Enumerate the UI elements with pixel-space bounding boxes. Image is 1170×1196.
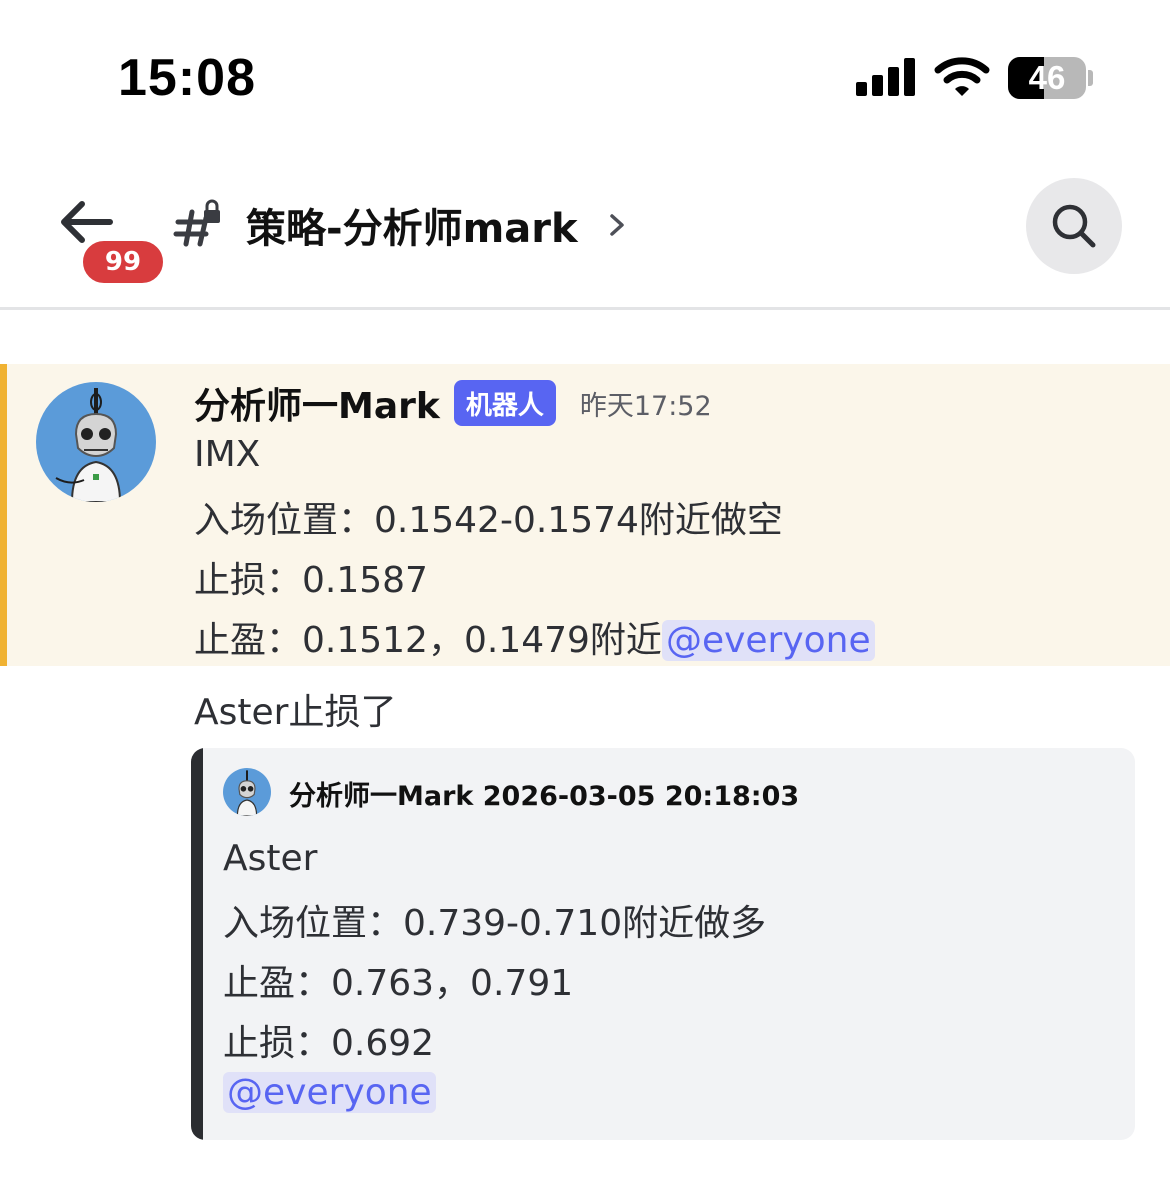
- chevron-right-icon[interactable]: [606, 210, 628, 240]
- quote-mention-line: @everyone: [223, 1072, 436, 1113]
- message-line: IMX: [194, 434, 261, 475]
- message-text: 止盈：0.1512，0.1479附近: [194, 620, 662, 661]
- everyone-mention[interactable]: @everyone: [223, 1072, 436, 1113]
- unread-badge: 99: [80, 238, 166, 286]
- message-line: 止损：0.1587: [194, 560, 428, 601]
- everyone-mention[interactable]: @everyone: [661, 620, 875, 661]
- quote-line: 入场位置：0.739-0.710附近做多: [223, 903, 767, 944]
- search-icon: [1052, 204, 1096, 248]
- message-timestamp: 昨天17:52: [579, 390, 712, 422]
- quote-avatar: [223, 768, 271, 816]
- wifi-icon: [934, 57, 990, 96]
- author-name[interactable]: 分析师一Mark: [194, 377, 440, 429]
- quote-bar: [191, 748, 203, 1140]
- private-channel-icon: [173, 199, 220, 247]
- battery-percent: 46: [1028, 59, 1066, 96]
- message-header: 分析师一Mark 机器人 昨天17:52: [194, 376, 712, 430]
- followup-message: Aster止损了: [194, 692, 397, 733]
- battery-tip: [1088, 70, 1093, 86]
- message-line: 入场位置：0.1542-0.1574附近做空: [194, 500, 783, 541]
- quote-header: 分析师一Mark 2026-03-05 20:18:03: [289, 781, 800, 812]
- quoted-message[interactable]: 分析师一Mark 2026-03-05 20:18:03 Aster 入场位置：…: [191, 748, 1135, 1140]
- bot-tag: 机器人: [453, 380, 556, 426]
- channel-header: 99 策略-分析师mark: [0, 150, 1170, 310]
- status-time: 15:08: [118, 49, 256, 107]
- battery-icon: 46: [1008, 57, 1086, 99]
- quote-line: 止损：0.692: [223, 1023, 435, 1064]
- message-line: 止盈：0.1512，0.1479附近 @everyone: [194, 611, 875, 663]
- channel-title[interactable]: 策略-分析师mark: [246, 196, 578, 254]
- search-button[interactable]: [1026, 178, 1122, 274]
- status-bar: 15:08 46: [0, 0, 1170, 150]
- avatar[interactable]: [36, 382, 156, 502]
- quote-line: Aster: [223, 838, 318, 879]
- quote-line: 止盈：0.763，0.791: [223, 963, 574, 1004]
- cellular-signal-icon: [856, 58, 916, 96]
